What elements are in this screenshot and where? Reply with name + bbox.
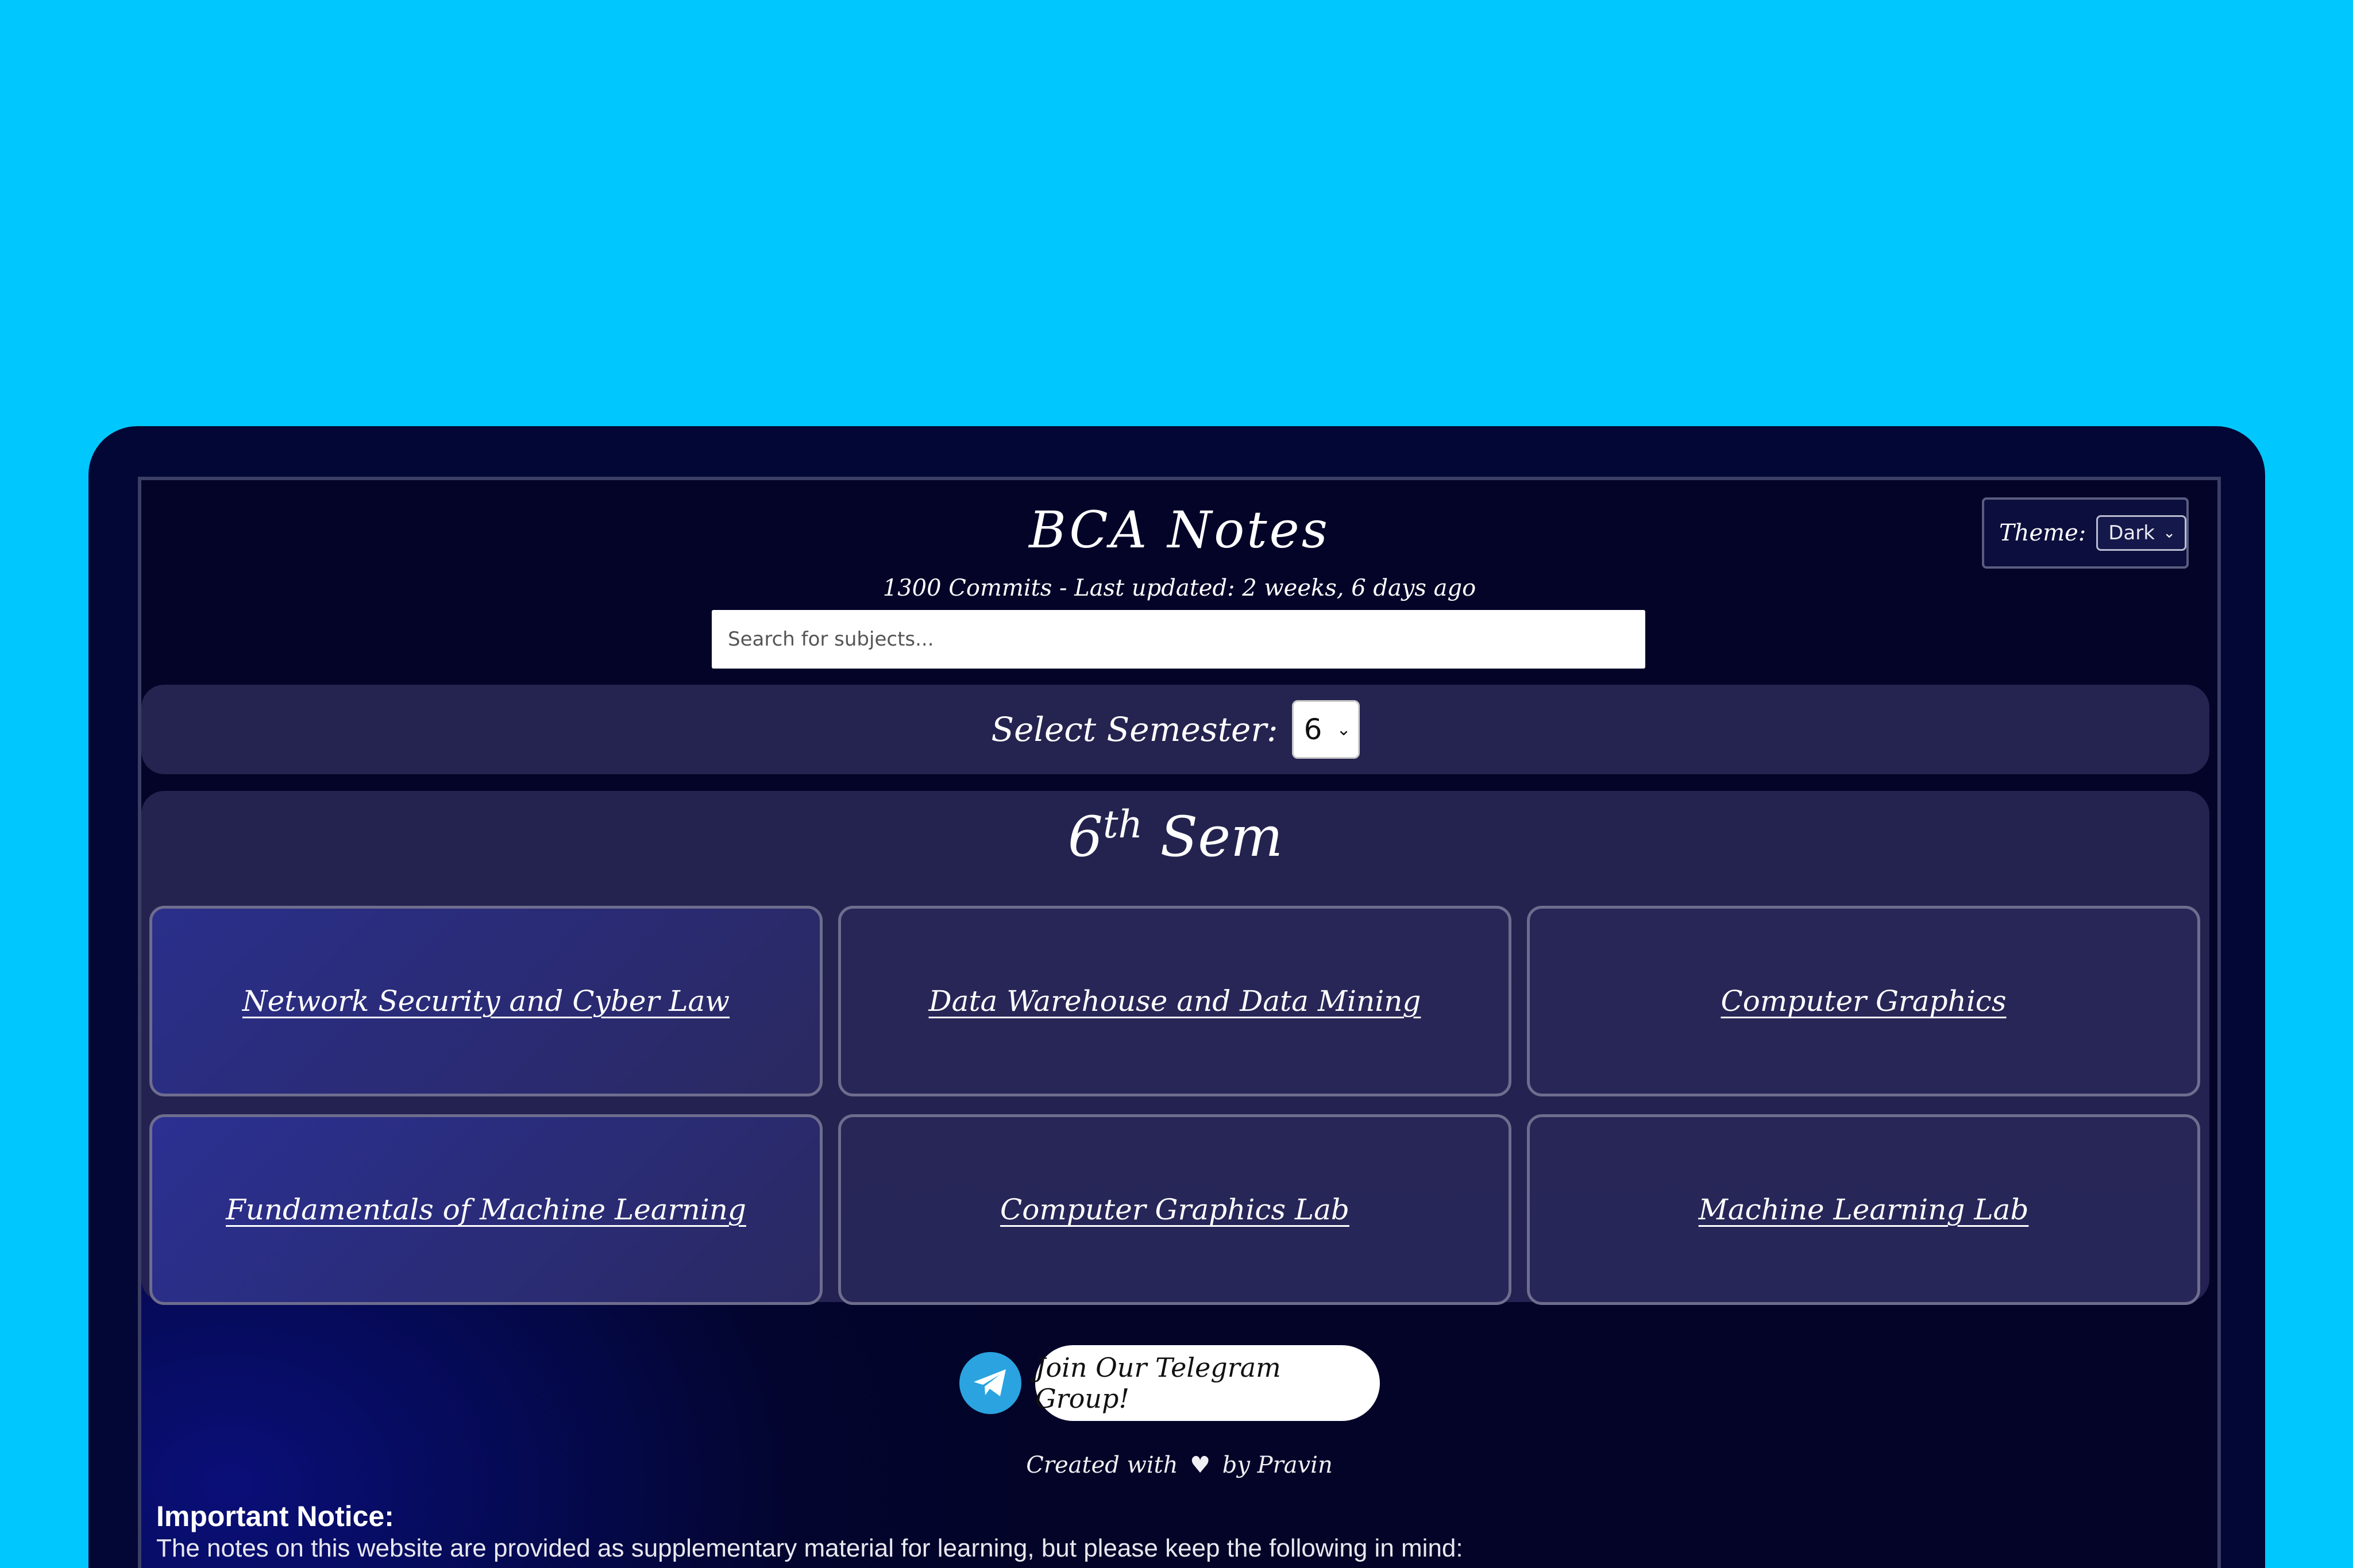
notice-text: The notes on this website are provided a… <box>156 1534 1463 1562</box>
theme-switcher: Theme: Dark ⌄ <box>1982 497 2189 569</box>
page-title: BCA Notes <box>1029 500 1330 559</box>
created-by-credit: Created with ♥ by Pravin <box>141 1452 2217 1478</box>
subject-link[interactable]: Computer Graphics Lab <box>1000 1193 1349 1226</box>
theme-select[interactable]: Dark ⌄ <box>2096 515 2186 551</box>
semester-selector-bar: Select Semester: 6 ⌄ <box>141 685 2209 774</box>
semester-select[interactable]: 6 ⌄ <box>1291 700 1360 759</box>
subject-card[interactable]: Fundamentals of Machine Learning <box>149 1114 823 1305</box>
paper-plane-icon <box>974 1369 1006 1396</box>
created-prefix: Created with <box>1026 1452 1178 1478</box>
notice-title: Important Notice: <box>156 1500 394 1532</box>
commits-info: 1300 Commits - Last updated: 2 weeks, 6 … <box>882 575 1476 601</box>
semester-label: Select Semester: <box>991 710 1278 749</box>
join-telegram-button[interactable]: Join Our Telegram Group! <box>1035 1345 1380 1421</box>
heart-icon: ♥ <box>1190 1452 1211 1478</box>
semester-heading-suffix: th <box>1102 802 1143 847</box>
search-input[interactable] <box>712 610 1645 669</box>
created-suffix: by Pravin <box>1222 1452 1333 1478</box>
subject-card[interactable]: Machine Learning Lab <box>1527 1114 2200 1305</box>
semester-heading: 6th Sem <box>141 802 2209 869</box>
subject-card[interactable]: Computer Graphics Lab <box>838 1114 1511 1305</box>
subject-card[interactable]: Network Security and Cyber Law <box>149 906 823 1096</box>
telegram-icon[interactable] <box>959 1352 1021 1414</box>
subject-link[interactable]: Network Security and Cyber Law <box>242 984 730 1018</box>
semester-heading-number: 6 <box>1067 805 1103 869</box>
subject-link[interactable]: Machine Learning Lab <box>1699 1193 2029 1226</box>
website-screen: BCA Notes 1300 Commits - Last updated: 2… <box>138 477 2221 1568</box>
subjects-panel: 6th Sem Network Security and Cyber Law D… <box>141 791 2209 1305</box>
subject-card[interactable]: Computer Graphics <box>1527 906 2200 1096</box>
subject-card[interactable]: Data Warehouse and Data Mining <box>838 906 1511 1096</box>
semester-select-value: 6 <box>1303 713 1322 746</box>
subject-link[interactable]: Fundamentals of Machine Learning <box>226 1193 746 1226</box>
chevron-down-icon: ⌄ <box>1336 719 1351 740</box>
chevron-down-icon: ⌄ <box>2163 524 2175 542</box>
semester-heading-word: Sem <box>1160 805 1283 869</box>
subject-link[interactable]: Data Warehouse and Data Mining <box>929 984 1421 1018</box>
subject-link[interactable]: Computer Graphics <box>1721 984 2007 1018</box>
theme-select-value: Dark <box>2108 522 2155 544</box>
theme-label: Theme: <box>1999 520 2086 546</box>
